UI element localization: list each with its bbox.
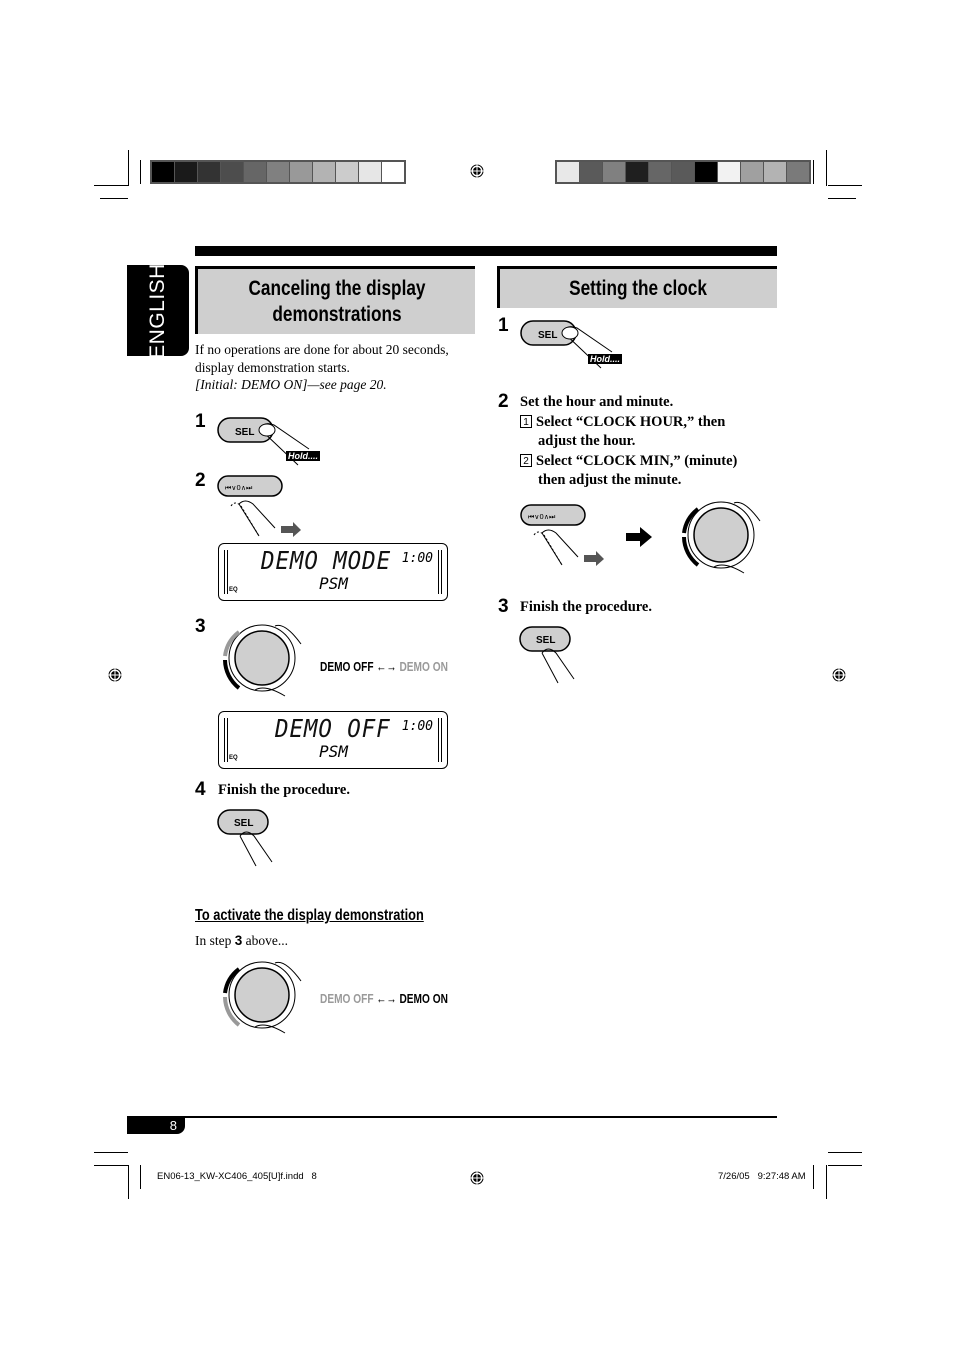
header-rule (195, 246, 777, 256)
step-number: 3 (498, 596, 509, 617)
sel-button-press-illustration: SEL (217, 809, 273, 867)
section-title-setting-clock: Setting the clock (497, 266, 777, 308)
hold-label: Hold.... (588, 354, 622, 364)
crop-mark (828, 1152, 862, 1153)
crop-mark (94, 185, 128, 186)
skip-button-press-illustration: ⏮∨0∧⏭ (217, 475, 301, 537)
color-swatch (695, 162, 718, 182)
color-swatch (152, 162, 175, 182)
color-swatch (244, 162, 267, 182)
crop-mark (826, 1165, 827, 1199)
activate-instruction: In step 3 above... (195, 933, 288, 948)
svg-text:SEL: SEL (234, 818, 253, 829)
lcd-display-demo-mode: DEMO MODE 1:00 PSM EQ (218, 543, 448, 601)
color-swatch (313, 162, 336, 182)
color-swatch (603, 162, 626, 182)
step-text: Finish the procedure. (520, 599, 652, 615)
control-dial-illustration (223, 624, 302, 697)
color-swatch (557, 162, 580, 182)
color-swatch (787, 162, 809, 182)
intro-text: If no operations are done for about 20 s… (195, 342, 449, 392)
color-swatch (175, 162, 198, 182)
color-swatch (198, 162, 221, 182)
crop-mark (828, 198, 856, 199)
registration-mark-icon (470, 164, 484, 178)
crop-mark (100, 198, 128, 199)
step-number: 2 (498, 391, 509, 412)
svg-text:SEL: SEL (538, 330, 557, 341)
registration-mark-icon (832, 668, 846, 682)
crop-mark (140, 1165, 141, 1189)
step-number: 1 (195, 411, 206, 432)
crop-mark (140, 160, 141, 184)
crop-mark (128, 150, 129, 186)
color-swatch (221, 162, 244, 182)
color-swatch (336, 162, 359, 182)
registration-mark-icon (470, 1171, 484, 1185)
step-number: 1 (498, 315, 509, 336)
color-swatch (267, 162, 290, 182)
registration-mark-icon (108, 668, 122, 682)
color-swatch (626, 162, 649, 182)
page-number: 8 (127, 1118, 185, 1134)
color-swatch (741, 162, 764, 182)
crop-mark (828, 185, 862, 186)
section-title-canceling-demo: Canceling the display demonstrations (195, 266, 475, 334)
print-datetime: 7/26/05 9:27:48 AM (718, 1171, 806, 1182)
color-swatch (764, 162, 787, 182)
svg-text:⏮∨0∧⏭: ⏮∨0∧⏭ (528, 513, 556, 521)
crop-mark (813, 1165, 814, 1189)
svg-text:SEL: SEL (235, 427, 254, 438)
crop-mark (94, 1165, 128, 1166)
step-number: 4 (195, 779, 206, 800)
footer-rule (127, 1116, 777, 1118)
step-text: Set the hour and minute. 1 Select “CLOCK … (520, 394, 738, 488)
subsection-title-activate-demo: To activate the display demonstration (195, 907, 424, 924)
svg-text:SEL: SEL (536, 635, 555, 646)
file-slug: EN06-13_KW-XC406_405[U]f.indd 8 (157, 1171, 317, 1182)
color-swatch-bar-right (555, 160, 811, 184)
crop-mark (128, 1165, 129, 1199)
sel-button-hold-illustration: SEL (217, 417, 310, 466)
sel-button-press-illustration: SEL (519, 626, 575, 684)
color-swatch (290, 162, 313, 182)
crop-mark (94, 1152, 128, 1153)
color-swatch-bar-left (150, 160, 406, 184)
color-swatch (672, 162, 695, 182)
control-dial-illustration (223, 961, 302, 1034)
control-dial-illustration (682, 501, 761, 574)
skip-button-press-illustration: ⏮∨0∧⏭ (520, 504, 604, 566)
step-number: 2 (195, 470, 206, 491)
color-swatch (649, 162, 672, 182)
step-number: 3 (195, 616, 206, 637)
arrow-right-icon (626, 527, 652, 547)
color-swatch (718, 162, 741, 182)
step-text: Finish the procedure. (218, 782, 350, 798)
crop-mark (826, 150, 827, 186)
demo-toggle-indicator-1: DEMO OFF ←→ DEMO ON (320, 659, 448, 674)
crop-mark (813, 160, 814, 184)
color-swatch (382, 162, 404, 182)
language-tab: ENGLISH (127, 263, 189, 358)
sel-button-hold-illustration: SEL (520, 320, 613, 369)
hold-label: Hold.... (286, 451, 320, 461)
demo-toggle-indicator-2: DEMO OFF ←→ DEMO ON (320, 991, 448, 1006)
color-swatch (580, 162, 603, 182)
lcd-display-demo-off: DEMO OFF 1:00 PSM EQ (218, 711, 448, 769)
crop-mark (828, 1165, 862, 1166)
color-swatch (359, 162, 382, 182)
svg-text:⏮∨0∧⏭: ⏮∨0∧⏭ (225, 484, 253, 492)
